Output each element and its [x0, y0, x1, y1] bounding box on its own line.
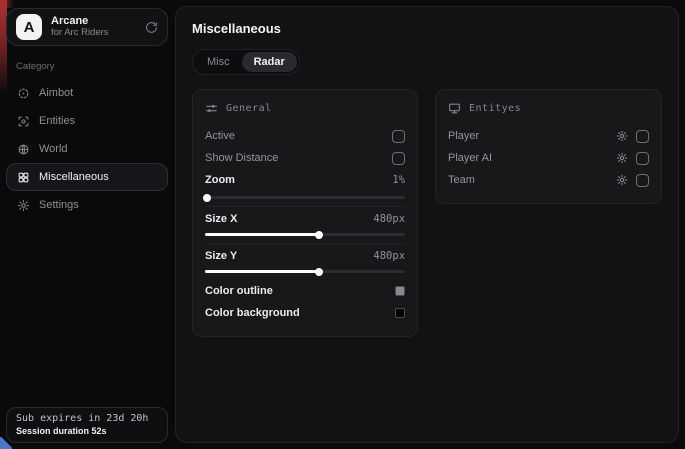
tab-radar[interactable]: Radar	[242, 52, 297, 72]
monitor-icon	[448, 102, 461, 115]
brand-subtitle: for Arc Riders	[51, 28, 109, 39]
subscription-expiry: Sub expires in 23d 20h	[16, 413, 158, 424]
team-checkbox[interactable]	[636, 174, 649, 187]
size-x-slider[interactable]	[205, 233, 405, 236]
tab-misc[interactable]: Misc	[195, 52, 242, 72]
sidebar-item-label: Aimbot	[39, 87, 73, 99]
player-label: Player	[448, 130, 479, 142]
gear-icon	[17, 199, 30, 212]
general-panel: General Active Show Distance Zoom 1%	[192, 89, 418, 337]
sidebar: A Arcane for Arc Riders Category Aimbot	[6, 8, 168, 443]
size-y-label: Size Y	[205, 250, 237, 262]
sidebar-item-aimbot[interactable]: Aimbot	[6, 79, 168, 107]
size-y-slider-thumb[interactable]	[315, 268, 323, 276]
team-settings-gear-icon[interactable]	[616, 174, 628, 186]
grid-icon	[17, 171, 30, 184]
player-settings-gear-icon[interactable]	[616, 130, 628, 142]
refresh-icon[interactable]	[145, 21, 158, 34]
page-title: Miscellaneous	[192, 21, 662, 36]
size-x-row: Size X 480px	[205, 206, 405, 228]
zoom-value: 1%	[392, 174, 405, 186]
scan-icon	[17, 115, 30, 128]
color-outline-row: Color outline	[205, 280, 405, 302]
player-ai-settings-gear-icon[interactable]	[616, 152, 628, 164]
brand-name: Arcane	[51, 15, 109, 28]
player-checkbox[interactable]	[636, 130, 649, 143]
app-window: A Arcane for Arc Riders Category Aimbot	[0, 0, 685, 449]
category-label: Category	[16, 61, 168, 72]
size-x-value: 480px	[373, 213, 405, 225]
crosshair-icon	[17, 87, 30, 100]
sidebar-item-entities[interactable]: Entities	[6, 107, 168, 135]
color-background-row: Color background	[205, 302, 405, 324]
zoom-row: Zoom 1%	[205, 169, 405, 191]
player-ai-label: Player AI	[448, 152, 492, 164]
color-background-label: Color background	[205, 307, 300, 319]
sidebar-item-label: Miscellaneous	[39, 171, 109, 183]
active-checkbox[interactable]	[392, 130, 405, 143]
sidebar-item-miscellaneous[interactable]: Miscellaneous	[6, 163, 168, 191]
tab-bar: Misc Radar	[192, 49, 300, 75]
sidebar-item-world[interactable]: World	[6, 135, 168, 163]
general-panel-title: General	[226, 103, 272, 114]
color-outline-swatch[interactable]	[395, 286, 405, 296]
entities-panel-title: Entityes	[469, 103, 521, 114]
active-label: Active	[205, 130, 235, 142]
size-y-row: Size Y 480px	[205, 243, 405, 265]
show-distance-checkbox[interactable]	[392, 152, 405, 165]
team-label: Team	[448, 174, 475, 186]
zoom-label: Zoom	[205, 174, 235, 186]
sidebar-item-label: Entities	[39, 115, 75, 127]
globe-icon	[17, 143, 30, 156]
size-x-label: Size X	[205, 213, 237, 225]
entities-panel: Entityes Player P	[435, 89, 662, 204]
subscription-card: Sub expires in 23d 20h Session duration …	[6, 407, 168, 443]
player-ai-row: Player AI	[448, 147, 649, 169]
main-panel: Miscellaneous Misc Radar General	[175, 6, 679, 443]
zoom-slider[interactable]	[205, 196, 405, 199]
size-y-slider[interactable]	[205, 270, 405, 273]
session-duration: Session duration 52s	[16, 426, 158, 436]
size-x-slider-thumb[interactable]	[315, 231, 323, 239]
zoom-slider-thumb[interactable]	[203, 194, 211, 202]
show-distance-row: Show Distance	[205, 147, 405, 169]
sidebar-item-settings[interactable]: Settings	[6, 191, 168, 219]
player-row: Player	[448, 125, 649, 147]
color-background-swatch[interactable]	[395, 308, 405, 318]
player-ai-checkbox[interactable]	[636, 152, 649, 165]
brand-logo: A	[16, 14, 42, 40]
color-outline-label: Color outline	[205, 285, 273, 297]
team-row: Team	[448, 169, 649, 191]
show-distance-label: Show Distance	[205, 152, 278, 164]
brand-card: A Arcane for Arc Riders	[6, 8, 168, 46]
active-row: Active	[205, 125, 405, 147]
size-y-value: 480px	[373, 250, 405, 262]
backdrop-red-glow-top	[0, 0, 14, 8]
sliders-icon	[205, 102, 218, 115]
sidebar-item-label: World	[39, 143, 68, 155]
sidebar-item-label: Settings	[39, 199, 79, 211]
